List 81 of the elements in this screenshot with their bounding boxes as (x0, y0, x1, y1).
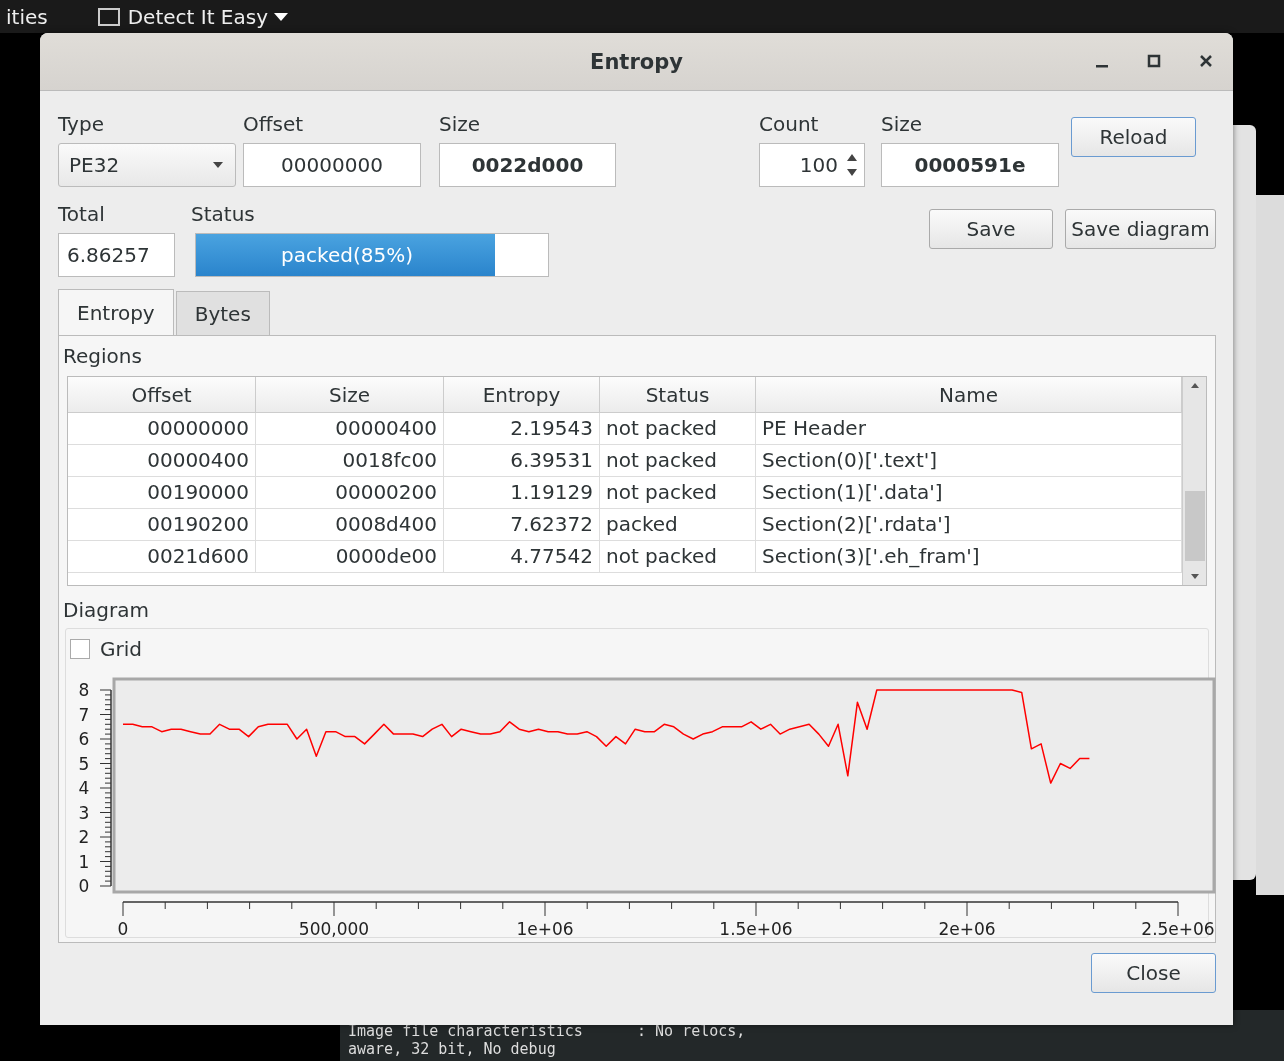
y-tick-label: 2 (78, 827, 90, 847)
app-icon (97, 7, 120, 26)
progress-text: packed(85%) (280, 242, 414, 269)
table-cell: not packed (600, 477, 756, 509)
y-tick-label: 3 (78, 802, 90, 823)
size-field[interactable]: 0022d000 (439, 143, 616, 187)
total-field[interactable]: 6.86257 (58, 233, 175, 277)
column-header[interactable]: Entropy (444, 377, 600, 413)
top-bar-item[interactable]: Detect It Easy (97, 4, 268, 29)
x-tick-label: 0 (117, 919, 129, 937)
table-cell: Section(0)['.text'] (756, 445, 1182, 477)
y-tick-label: 5 (78, 753, 90, 774)
table-cell: 0021d600 (68, 541, 256, 573)
scroll-up-icon[interactable] (1188, 381, 1201, 389)
table-cell: Section(1)['.data'] (756, 477, 1182, 509)
y-tick-label: 7 (78, 704, 90, 725)
table-cell: 00000400 (256, 413, 444, 445)
table-cell: PE Header (756, 413, 1182, 445)
table-cell: 00000200 (256, 477, 444, 509)
table-cell: not packed (600, 445, 756, 477)
table-cell: 00000400 (68, 445, 256, 477)
table-cell: 0000de00 (256, 541, 444, 573)
table-cell: 1.19129 (444, 477, 600, 509)
y-tick-label: 0 (78, 876, 90, 896)
window-title: Entropy (590, 49, 683, 74)
column-header[interactable]: Name (756, 377, 1182, 413)
offset-field[interactable]: 00000000 (243, 143, 421, 187)
grid-checkbox[interactable] (70, 639, 90, 659)
table-cell: 00190000 (68, 477, 256, 509)
scroll-down-icon[interactable] (1188, 573, 1201, 581)
table-cell: packed (600, 509, 756, 541)
section-title: Diagram (63, 597, 150, 624)
checkbox-label: Grid (100, 637, 142, 661)
table-cell: 00190200 (68, 509, 256, 541)
caret-icon (213, 162, 223, 168)
table-cell: not packed (600, 541, 756, 573)
tab[interactable]: Entropy (58, 289, 174, 335)
section-title: Regions (63, 343, 143, 370)
terminal-line: aware, 32 bit, No debug (348, 1040, 557, 1058)
count-spinbox[interactable]: 100 (759, 143, 865, 187)
field-label: Type (58, 111, 105, 137)
table-cell: 6.39531 (444, 445, 600, 477)
column-header[interactable]: Status (600, 377, 756, 413)
table-cell: 7.62372 (444, 509, 600, 541)
x-tick-label: 1e+06 (516, 919, 574, 937)
tab[interactable]: Bytes (175, 291, 270, 335)
close-icon[interactable] (1199, 54, 1213, 68)
maximize-icon[interactable] (1147, 54, 1161, 68)
y-tick-label: 4 (78, 778, 90, 798)
table-cell: 0008d400 (256, 509, 444, 541)
field-label: Size (439, 111, 482, 137)
type-dropdown[interactable]: PE32 (58, 143, 236, 187)
save-button[interactable]: Save diagram (1065, 209, 1216, 249)
column-header[interactable]: Offset (68, 377, 256, 413)
field-label: Count (759, 111, 820, 137)
table-cell: 00000000 (68, 413, 256, 445)
y-tick-label: 8 (78, 680, 90, 700)
scrollbar[interactable] (1182, 377, 1206, 585)
field-label: Total (58, 201, 106, 227)
close-button[interactable]: Close (1091, 953, 1216, 993)
table-cell: 4.77542 (444, 541, 600, 573)
region-size-field[interactable]: 0000591e (881, 143, 1059, 187)
table-cell: Section(2)['.rdata'] (756, 509, 1182, 541)
column-header[interactable]: Size (256, 377, 444, 413)
top-bar-item[interactable]: ities (6, 4, 48, 29)
x-tick-label: 2.5e+06 (1141, 919, 1215, 937)
table-cell: 2.19543 (444, 413, 600, 445)
table-cell: Section(3)['.eh_fram'] (756, 541, 1182, 573)
table-cell: not packed (600, 413, 756, 445)
y-tick-label: 6 (78, 729, 90, 749)
reload-button[interactable]: Reload (1071, 117, 1196, 157)
y-tick-label: 1 (78, 851, 90, 872)
field-label: Status (191, 201, 256, 227)
x-tick-label: 500,000 (298, 919, 370, 937)
x-tick-label: 1.5e+06 (719, 919, 793, 937)
caret-icon (274, 12, 288, 21)
save-button[interactable]: Save (929, 209, 1053, 249)
x-tick-label: 2e+06 (938, 919, 996, 937)
field-label: Size (881, 111, 924, 137)
field-label: Offset (243, 111, 305, 137)
table-cell: 0018fc00 (256, 445, 444, 477)
